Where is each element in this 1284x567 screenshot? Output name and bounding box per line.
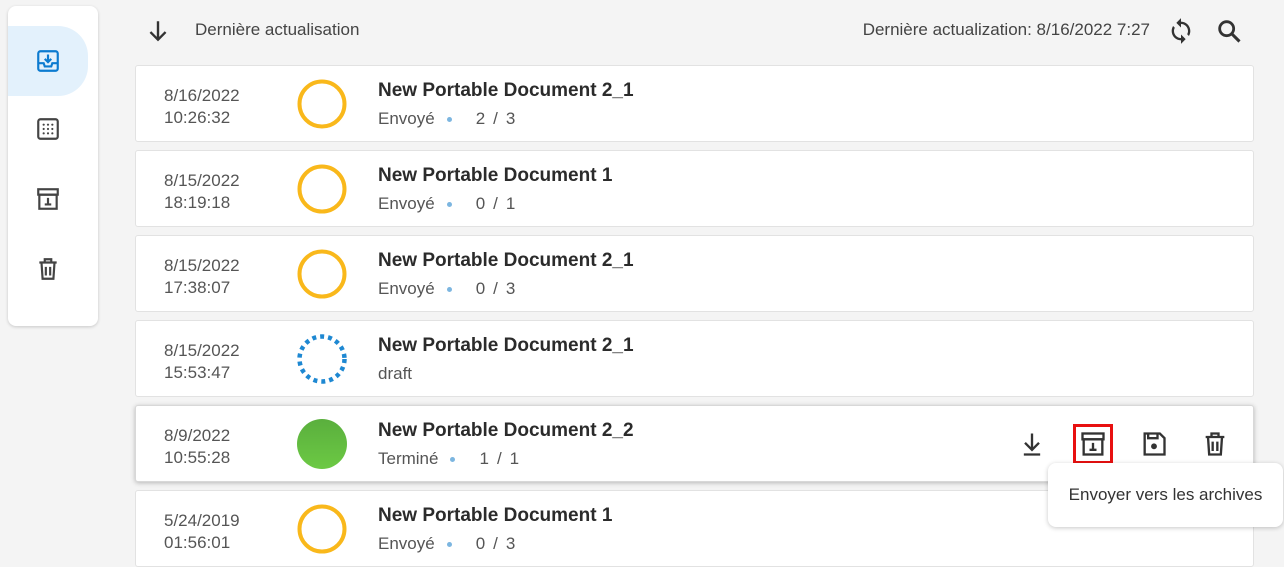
sidebar-item-archive[interactable] — [8, 164, 88, 234]
row-date-day: 8/15/2022 — [164, 171, 240, 190]
total-count: 3 — [505, 534, 516, 553]
document-title[interactable]: New Portable Document 2_2 — [378, 420, 634, 442]
status-text: Terminé — [378, 449, 439, 468]
search-icon[interactable] — [1215, 17, 1243, 45]
row-date: 5/24/2019 01:56:01 — [164, 510, 240, 554]
separator-slash: / — [496, 449, 502, 468]
archive-tooltip: Envoyer vers les archives — [1048, 463, 1283, 527]
document-row[interactable]: 8/15/2022 18:19:18 New Portable Document… — [135, 150, 1254, 227]
toolbar: Dernière actualisation Dernière actualiz… — [135, 8, 1255, 53]
row-date-day: 8/15/2022 — [164, 256, 240, 275]
separator-dot — [446, 541, 452, 547]
separator-dot — [446, 286, 452, 292]
document-title[interactable]: New Portable Document 1 — [378, 505, 612, 527]
document-status-line: Envoyé 0 / 1 — [378, 194, 515, 214]
document-row[interactable]: 8/16/2022 10:26:32 New Portable Document… — [135, 65, 1254, 142]
separator-slash: / — [493, 279, 498, 298]
status-text: Envoyé — [378, 534, 435, 553]
row-date-time: 10:26:32 — [164, 108, 231, 127]
archive-icon — [37, 188, 59, 210]
signed-count: 1 — [479, 449, 489, 468]
document-status-line: Envoyé 0 / 3 — [378, 279, 515, 299]
signed-count: 2 — [475, 109, 486, 128]
signed-count: 0 — [475, 279, 486, 298]
last-refresh-label: Dernière actualization: 8/16/2022 7:27 — [862, 20, 1150, 39]
row-date-day: 8/16/2022 — [164, 86, 240, 105]
document-row[interactable]: 8/15/2022 15:53:47 New Portable Document… — [135, 320, 1254, 397]
arrow-down-icon[interactable] — [145, 18, 171, 44]
document-status-line: Terminé 1 / 1 — [378, 449, 519, 469]
inbox-download-icon — [37, 50, 59, 72]
row-date: 8/9/2022 10:55:28 — [164, 425, 230, 469]
sidebar-item-grid[interactable] — [8, 94, 88, 164]
total-count: 3 — [505, 109, 516, 128]
document-title[interactable]: New Portable Document 2_1 — [378, 250, 634, 272]
document-row[interactable]: 8/15/2022 17:38:07 New Portable Document… — [135, 235, 1254, 312]
download-button[interactable] — [1012, 424, 1052, 464]
sidebar-item-inbox[interactable] — [8, 26, 88, 96]
trash-icon — [39, 258, 57, 280]
document-status-line: Envoyé 2 / 3 — [378, 109, 515, 129]
separator-slash: / — [493, 109, 498, 128]
status-draft-icon — [297, 334, 347, 384]
separator-slash: / — [493, 534, 498, 553]
separator-dot — [450, 456, 456, 462]
row-date: 8/16/2022 10:26:32 — [164, 85, 240, 129]
status-text: Envoyé — [378, 194, 435, 213]
status-text: Envoyé — [378, 279, 435, 298]
row-date-time: 15:53:47 — [164, 363, 231, 382]
row-date-time: 18:19:18 — [164, 193, 231, 212]
signed-count: 0 — [475, 194, 486, 213]
grid-dots-icon — [37, 118, 59, 140]
status-pending-icon — [297, 504, 347, 554]
archive-icon — [1081, 432, 1105, 456]
refresh-icon[interactable] — [1167, 17, 1195, 45]
status-pending-icon — [297, 79, 347, 129]
total-count: 1 — [505, 194, 516, 213]
row-date: 8/15/2022 15:53:47 — [164, 340, 240, 384]
download-icon — [1023, 433, 1041, 456]
row-date: 8/15/2022 17:38:07 — [164, 255, 240, 299]
status-done-icon — [297, 419, 347, 469]
total-count: 3 — [505, 279, 516, 298]
row-date-time: 01:56:01 — [164, 533, 231, 552]
total-count: 1 — [509, 449, 520, 468]
row-date-time: 17:38:07 — [164, 278, 231, 297]
row-date-day: 8/15/2022 — [164, 341, 240, 360]
delete-button[interactable] — [1195, 424, 1235, 464]
document-status-line: Envoyé 0 / 3 — [378, 534, 515, 554]
row-actions — [991, 424, 1235, 464]
trash-icon — [1205, 432, 1225, 456]
row-date-day: 8/9/2022 — [164, 426, 231, 445]
row-date-time: 10:55:28 — [164, 448, 231, 467]
status-text: draft — [378, 364, 413, 383]
save-icon — [1143, 432, 1166, 456]
document-status-line: draft — [378, 364, 412, 384]
row-date: 8/15/2022 18:19:18 — [164, 170, 240, 214]
document-title[interactable]: New Portable Document 2_1 — [378, 335, 634, 357]
document-title[interactable]: New Portable Document 1 — [378, 165, 612, 187]
signed-count: 0 — [475, 534, 486, 553]
separator-slash: / — [493, 194, 498, 213]
document-title[interactable]: New Portable Document 2_1 — [378, 80, 634, 102]
separator-dot — [446, 116, 452, 122]
separator-dot — [446, 201, 452, 207]
status-pending-icon — [297, 249, 347, 299]
sidebar-item-trash[interactable] — [8, 234, 88, 304]
save-button[interactable] — [1134, 424, 1174, 464]
archive-button[interactable] — [1073, 424, 1113, 464]
row-date-day: 5/24/2019 — [164, 511, 240, 530]
sort-label[interactable]: Dernière actualisation — [195, 20, 359, 40]
sidebar — [8, 6, 98, 326]
status-pending-icon — [297, 164, 347, 214]
status-text: Envoyé — [378, 109, 435, 128]
